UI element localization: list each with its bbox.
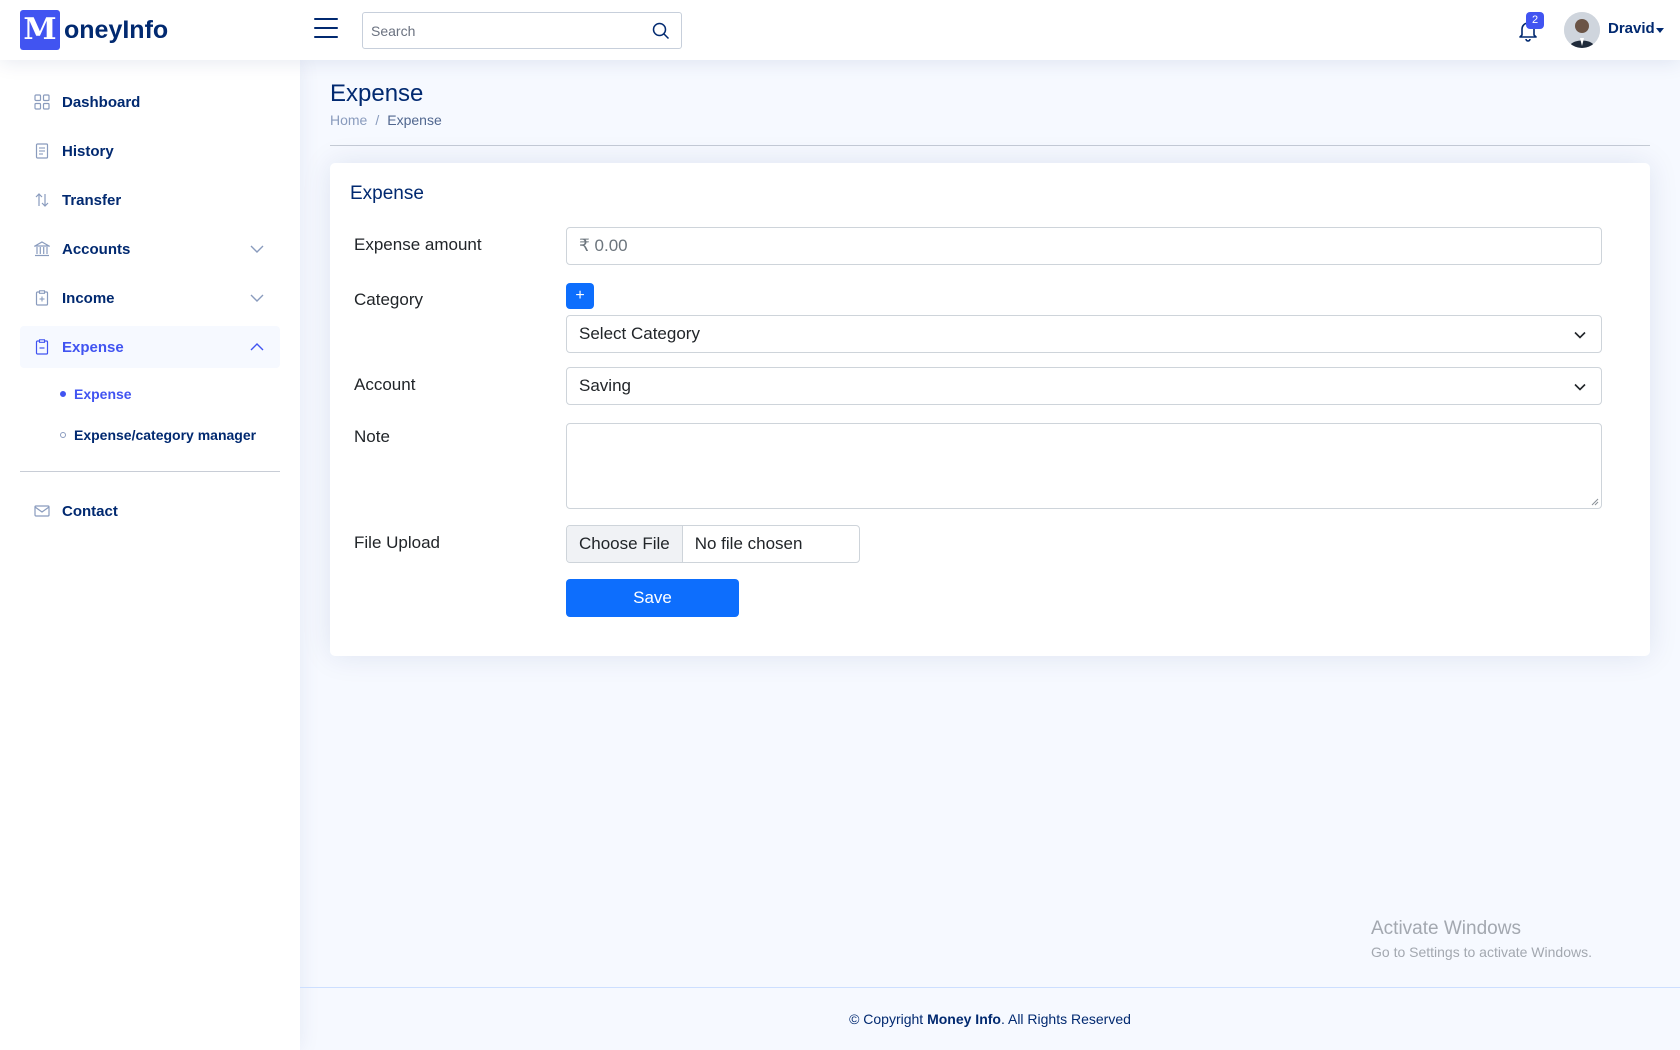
search-icon[interactable] [641, 13, 681, 48]
note-textarea[interactable] [566, 423, 1602, 509]
sidebar-subitem-category-manager[interactable]: Expense/category manager [60, 427, 256, 443]
resize-handle-icon[interactable] [1591, 498, 1599, 506]
avatar[interactable] [1564, 12, 1600, 48]
clipboard-plus-icon [34, 290, 50, 306]
footer-suffix: . All Rights Reserved [1000, 1011, 1131, 1027]
note-label: Note [354, 427, 390, 446]
journal-icon [34, 143, 50, 159]
watermark-line2: Go to Settings to activate Windows. [1371, 944, 1592, 960]
sidebar-item-dashboard[interactable]: Dashboard [20, 81, 280, 123]
sidebar-item-history[interactable]: History [20, 130, 280, 172]
choose-file-button[interactable]: Choose File [567, 526, 683, 562]
expense-form-card: Expense Expense amount Category + Select… [330, 163, 1650, 656]
file-upload-field: Choose File No file chosen [566, 525, 860, 563]
sidebar-item-label: Accounts [62, 240, 131, 258]
file-status: No file chosen [694, 534, 803, 553]
envelope-icon [34, 503, 50, 519]
sidebar-item-expense[interactable]: Expense [20, 326, 280, 368]
arrows-icon [34, 192, 50, 208]
chevron-up-icon[interactable] [250, 340, 264, 354]
sidebar-divider [20, 471, 280, 472]
top-header: M oneyInfo 2 Dravid [0, 0, 1680, 60]
bank-icon [34, 241, 50, 257]
account-select[interactable]: Saving [566, 367, 1602, 405]
sidebar: Dashboard History Transfer Accounts Inco… [0, 60, 300, 1050]
chevron-down-icon [1574, 331, 1586, 339]
clipboard-minus-icon [34, 339, 50, 355]
sidebar-item-label: History [62, 142, 114, 160]
logo-text: oneyInfo [64, 15, 169, 44]
sidebar-item-income[interactable]: Income [20, 277, 280, 319]
sidebar-item-label: Expense [62, 338, 124, 356]
sidebar-item-transfer[interactable]: Transfer [20, 179, 280, 221]
logo-mark: M [20, 10, 60, 50]
sidebar-subitem-label: Expense [74, 386, 132, 402]
amount-input[interactable] [567, 228, 1601, 264]
footer: © Copyright Money Info. All Rights Reser… [300, 987, 1680, 1050]
footer-brand: Money Info [927, 1011, 1001, 1027]
footer-prefix: © Copyright [849, 1011, 924, 1027]
category-select[interactable]: Select Category [566, 315, 1602, 353]
notification-badge: 2 [1526, 12, 1544, 29]
sidebar-subitem-expense[interactable]: Expense [60, 386, 132, 402]
bullet-icon [60, 432, 66, 438]
account-label: Account [354, 375, 416, 394]
breadcrumb-home[interactable]: Home [330, 112, 367, 128]
sidebar-item-label: Contact [62, 502, 118, 520]
sidebar-item-label: Income [62, 289, 115, 307]
amount-field [566, 227, 1602, 265]
file-upload-label: File Upload [354, 533, 440, 552]
save-button[interactable]: Save [566, 579, 739, 617]
sidebar-item-label: Transfer [62, 191, 122, 209]
category-label: Category [354, 290, 423, 309]
breadcrumb: Home / Expense [330, 112, 442, 128]
logo[interactable]: M oneyInfo [20, 10, 168, 50]
chevron-down-icon [1574, 383, 1586, 391]
caret-down-icon[interactable] [1656, 28, 1664, 33]
sidebar-item-contact[interactable]: Contact [20, 490, 280, 532]
breadcrumb-separator: / [375, 112, 380, 128]
sidebar-item-accounts[interactable]: Accounts [20, 228, 280, 270]
account-selected-value: Saving [579, 376, 631, 395]
add-category-button[interactable]: + [566, 283, 594, 309]
chevron-down-icon[interactable] [250, 291, 264, 305]
menu-toggle-icon[interactable] [314, 18, 338, 40]
bullet-icon [60, 391, 66, 397]
card-title: Expense [350, 183, 424, 204]
breadcrumb-current: Expense [387, 112, 442, 128]
sidebar-item-label: Dashboard [62, 93, 141, 111]
amount-label: Expense amount [354, 235, 482, 254]
page-title: Expense [330, 80, 424, 107]
profile-name[interactable]: Dravid [1608, 20, 1655, 37]
search-bar [362, 12, 682, 49]
sidebar-subitem-label: Expense/category manager [74, 427, 257, 443]
page-divider [330, 145, 1650, 146]
category-selected-value: Select Category [579, 324, 700, 343]
grid-icon [34, 94, 50, 110]
windows-watermark: Activate Windows Go to Settings to activ… [1371, 918, 1592, 960]
chevron-down-icon[interactable] [250, 242, 264, 256]
watermark-line1: Activate Windows [1371, 918, 1521, 939]
search-input[interactable] [363, 13, 641, 48]
